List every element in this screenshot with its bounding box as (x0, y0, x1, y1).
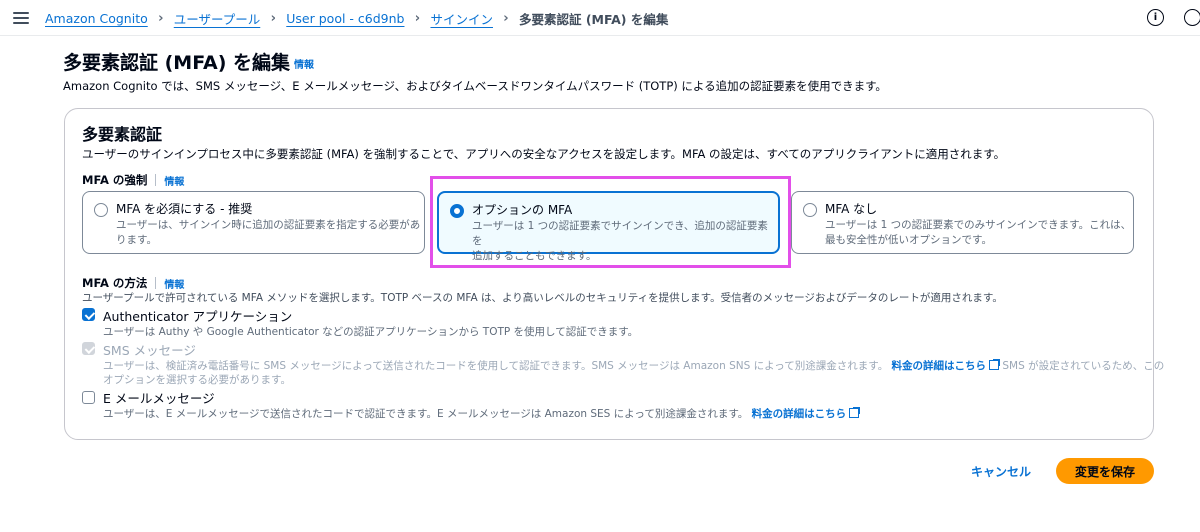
sms-description: ユーザーは、検証済み電話番号に SMS メッセージによって送信されたコードを使用… (103, 358, 1164, 373)
tile-label: MFA なし (825, 202, 878, 216)
section-description: ユーザーのサインインプロセス中に多要素認証 (MFA) を強制することで、アプリ… (82, 147, 1006, 161)
chevron-right-icon: › (158, 11, 164, 26)
mfa-methods-info-link[interactable]: 情報 (164, 276, 184, 291)
email-pricing-link-text[interactable]: 料金の詳細はこちら (752, 408, 847, 420)
section-title: 多要素認証 (82, 125, 163, 144)
tile-description-line: 最も安全性が低いオプションです。 (825, 234, 992, 246)
authenticator-description: ユーザーは Authy や Google Authenticator などの認証… (103, 326, 639, 338)
page-title: 多要素認証 (MFA) を編集 (63, 52, 291, 74)
page-info-link[interactable]: 情報 (294, 56, 314, 71)
page-description: Amazon Cognito では、SMS メッセージ、E メールメッセージ、お… (63, 79, 887, 93)
checkbox-authenticator[interactable] (82, 308, 95, 321)
sms-description-text-after: SMS が設定されているため、この (1002, 360, 1165, 372)
save-changes-button[interactable]: 変更を保存 (1056, 458, 1154, 484)
tile-no-mfa[interactable]: MFA なし ユーザーは 1 つの認証要素でのみサインインできます。これは、 最… (791, 191, 1134, 254)
mfa-enforcement-info-link[interactable]: 情報 (164, 173, 184, 188)
tile-label: MFA を必須にする - 推奨 (116, 202, 253, 216)
breadcrumb-link-cognito[interactable]: Amazon Cognito (45, 11, 148, 26)
breadcrumb-current: 多要素認証 (MFA) を編集 (518, 12, 669, 27)
email-description: ユーザーは、E メールメッセージで送信されたコードで認証できます。E メールメッ… (103, 406, 861, 421)
tile-description-line: ります。 (116, 234, 157, 246)
sms-pricing-link[interactable]: 料金の詳細はこちら (892, 359, 1001, 372)
radio-icon[interactable] (94, 203, 108, 217)
tile-description: ユーザーは 1 つの認証要素でのみサインインできます。これは、 最も安全性が低い… (825, 218, 1131, 248)
mfa-enforcement-label-row: MFA の強制 情報 (82, 172, 184, 188)
checkbox-sms (82, 342, 95, 355)
tile-description: ユーザーは、サインイン時に追加の認証要素を指定する必要があ ります。 (116, 218, 420, 248)
breadcrumb-link-sign-in[interactable]: サインイン (430, 9, 493, 28)
sms-description-line2: オプションを選択する必要があります。 (103, 374, 291, 386)
sms-pricing-link-text[interactable]: 料金の詳細はこちら (892, 360, 987, 372)
info-circle-icon[interactable]: i (1147, 9, 1164, 26)
chevron-right-icon: › (414, 11, 421, 26)
mfa-methods-description: ユーザープールで許可されている MFA メソッドを選択します。TOTP ベースの… (82, 292, 1003, 304)
external-link-icon (989, 359, 1001, 370)
tile-description-line: ユーザーは 1 つの認証要素でのみサインインできます。これは、 (825, 219, 1132, 231)
breadcrumb: Amazon Cognito › ユーザープール › User pool - c… (45, 9, 668, 28)
annotation-highlight-box (430, 176, 791, 268)
chevron-right-icon: › (270, 11, 276, 26)
sms-description-text: ユーザーは、検証済み電話番号に SMS メッセージによって送信されたコードを使用… (103, 360, 889, 372)
chevron-right-icon: › (503, 11, 509, 26)
email-pricing-link[interactable]: 料金の詳細はこちら (752, 407, 861, 420)
clock-icon[interactable] (1184, 9, 1200, 26)
menu-icon[interactable] (12, 9, 30, 27)
email-description-text: ユーザーは、E メールメッセージで送信されたコードで認証できます。E メールメッ… (103, 408, 749, 420)
mfa-methods-label-row: MFA の方法 情報 (82, 275, 184, 291)
sms-label: SMS メッセージ (103, 343, 196, 358)
external-link-icon (849, 407, 861, 418)
email-label[interactable]: E メールメッセージ (103, 388, 215, 407)
divider (155, 277, 157, 289)
tile-description-line: ユーザーは、サインイン時に追加の認証要素を指定する必要があ (116, 219, 421, 231)
authenticator-label[interactable]: Authenticator アプリケーション (103, 306, 292, 325)
checkbox-email[interactable] (82, 391, 95, 404)
breadcrumb-link-user-pools[interactable]: ユーザープール (174, 9, 261, 28)
breadcrumb-link-user-pool[interactable]: User pool - c6d9nb (286, 11, 404, 26)
mfa-methods-label: MFA の方法 (82, 276, 148, 290)
cancel-button[interactable]: キャンセル (965, 458, 1037, 484)
radio-icon[interactable] (803, 203, 817, 217)
divider (155, 174, 157, 186)
mfa-enforcement-label: MFA の強制 (82, 173, 148, 187)
top-navigation-bar: Amazon Cognito › ユーザープール › User pool - c… (0, 0, 1200, 36)
tile-mfa-required[interactable]: MFA を必須にする - 推奨 ユーザーは、サインイン時に追加の認証要素を指定す… (82, 191, 425, 254)
